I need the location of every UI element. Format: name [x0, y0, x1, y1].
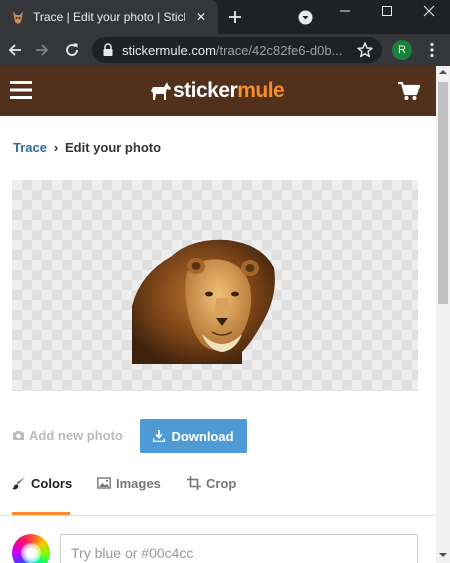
url-host: stickermule.com — [122, 43, 216, 58]
site-header: stickermule — [0, 66, 436, 116]
editor-tools-tabs: Colors Images Crop — [0, 464, 436, 516]
breadcrumb-trace-link[interactable]: Trace — [13, 140, 47, 155]
logo-word-sticker: sticker — [173, 79, 238, 102]
tab-close-icon[interactable]: ✕ — [193, 9, 209, 25]
tab-title: Trace | Edit your photo | Sticker Mule — [33, 10, 185, 24]
lion-photo — [132, 239, 275, 364]
url-text[interactable]: stickermule.com/trace/42c82fe6-d0b... — [122, 43, 342, 59]
crop-icon — [187, 476, 201, 490]
tab-crop[interactable]: Crop — [187, 464, 247, 516]
tab-images-label: Images — [116, 476, 161, 491]
breadcrumb: Trace › Edit your photo — [13, 140, 161, 158]
page-scrollbar[interactable] — [436, 66, 450, 563]
camera-icon — [13, 431, 24, 440]
bookmark-star-icon[interactable] — [356, 41, 374, 59]
breadcrumb-current: Edit your photo — [64, 140, 162, 155]
tab-colors-label: Colors — [31, 476, 73, 491]
window-maximize-icon[interactable] — [366, 0, 408, 22]
breadcrumb-separator: › — [53, 140, 59, 155]
forward-arrow-icon[interactable] — [33, 41, 51, 59]
new-tab-plus-icon[interactable] — [226, 7, 244, 27]
page-viewport: stickermule Trace › Edit your photo Add … — [0, 66, 450, 563]
browser-menu-icon[interactable] — [426, 42, 438, 58]
sticker-mule-logo[interactable]: stickermule — [150, 78, 285, 104]
download-button[interactable]: Download — [140, 419, 247, 453]
brush-icon — [12, 477, 25, 490]
scroll-down-arrow-icon[interactable] — [439, 552, 447, 558]
lock-icon — [103, 43, 113, 56]
logo-word-mule: mule — [237, 79, 285, 102]
mule-logo-icon — [151, 82, 171, 100]
download-label: Download — [171, 428, 234, 444]
browser-toolbar: stickermule.com/trace/42c82fe6-d0b... R — [0, 34, 450, 66]
reload-icon[interactable] — [63, 41, 81, 59]
sticker-mule-favicon-icon — [13, 11, 23, 24]
add-new-photo-label: Add new photo — [29, 428, 123, 443]
tab-crop-label: Crop — [206, 476, 237, 491]
url-path: /trace/42c82fe6-d0b... — [215, 43, 342, 58]
window-close-icon[interactable] — [408, 0, 450, 22]
tab-colors[interactable]: Colors — [12, 464, 72, 516]
shopping-cart-icon[interactable] — [398, 81, 420, 101]
hamburger-menu-icon[interactable] — [10, 80, 32, 100]
image-icon — [97, 477, 111, 489]
profile-avatar[interactable]: R — [392, 40, 412, 60]
scrollbar-thumb[interactable] — [438, 82, 448, 304]
logo-wordmark: stickermule — [173, 79, 285, 103]
browser-tab[interactable]: Trace | Edit your photo | Sticker Mule ✕ — [0, 0, 218, 34]
tab-crop-content: Crop — [187, 476, 236, 491]
scroll-up-arrow-icon[interactable] — [439, 69, 447, 75]
color-wheel-swatch[interactable] — [12, 534, 50, 563]
window-minimize-icon[interactable] — [324, 0, 366, 22]
back-arrow-icon[interactable] — [6, 41, 24, 59]
tab-images-content: Images — [97, 476, 161, 491]
tab-images[interactable]: Images — [97, 464, 167, 516]
address-bar[interactable]: stickermule.com/trace/42c82fe6-d0b... — [92, 37, 382, 63]
download-icon — [153, 430, 166, 442]
add-new-photo-link[interactable]: Add new photo — [12, 428, 123, 446]
tab-colors-content: Colors — [12, 476, 72, 491]
color-search-input[interactable] — [60, 534, 418, 563]
browser-title-bar: Trace | Edit your photo | Sticker Mule ✕ — [0, 0, 450, 34]
tab-search-chevron-icon[interactable] — [298, 10, 313, 25]
photo-canvas[interactable] — [12, 180, 418, 391]
